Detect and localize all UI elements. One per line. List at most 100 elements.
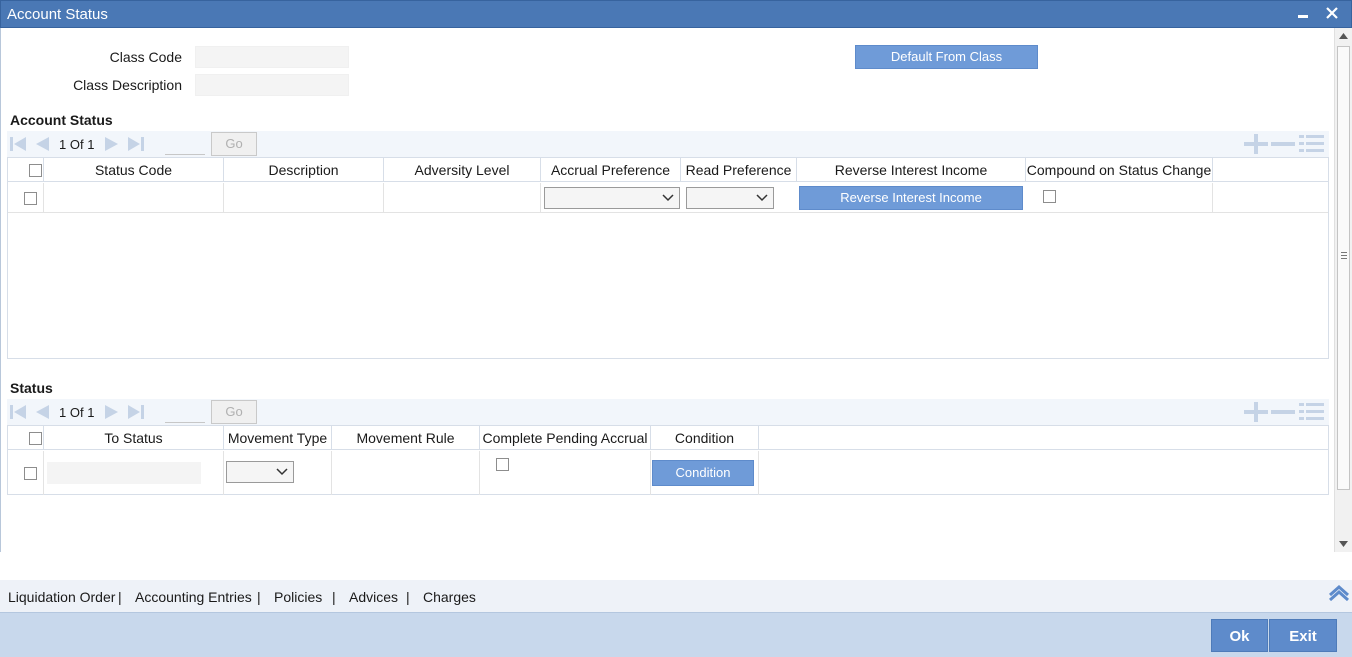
column-description: Description xyxy=(224,158,384,182)
class-description-label: Class Description xyxy=(73,77,182,93)
column-movement-rule: Movement Rule xyxy=(332,426,480,450)
status-title: Status xyxy=(10,380,53,396)
condition-button[interactable]: Condition xyxy=(652,460,754,486)
scroll-up-icon[interactable] xyxy=(1339,33,1348,39)
select-all-checkbox[interactable] xyxy=(29,432,42,445)
column-condition: Condition xyxy=(651,426,759,450)
column-to-status: To Status xyxy=(44,426,224,450)
row-checkbox[interactable] xyxy=(24,192,37,205)
read-preference-select[interactable] xyxy=(686,187,774,209)
status-grid: To Status Movement Type Movement Rule Co… xyxy=(7,425,1329,495)
default-from-class-button[interactable]: Default From Class xyxy=(855,45,1038,69)
collapse-up-icon[interactable] xyxy=(1328,585,1350,601)
movement-rule-cell[interactable] xyxy=(332,451,480,495)
footer-bar: Ok Exit xyxy=(0,612,1352,657)
tab-separator: | xyxy=(118,589,122,605)
table-row: Reverse Interest Income xyxy=(8,183,1328,213)
class-code-field[interactable] xyxy=(195,46,349,68)
select-all-checkbox[interactable] xyxy=(29,164,42,177)
account-status-title: Account Status xyxy=(10,112,113,128)
scrollbar-thumb[interactable] xyxy=(1337,46,1350,490)
column-reverse-interest-income: Reverse Interest Income xyxy=(797,158,1026,182)
bottom-tab-bar: Liquidation Order | Accounting Entries |… xyxy=(0,580,1352,612)
column-adversity-level: Adversity Level xyxy=(384,158,541,182)
tab-advices[interactable]: Advices xyxy=(349,589,398,605)
go-button[interactable]: Go xyxy=(211,400,257,424)
delete-row-icon[interactable] xyxy=(1271,410,1295,414)
movement-type-select[interactable] xyxy=(226,461,294,483)
page-indicator: 1 Of 1 xyxy=(59,405,95,420)
next-page-icon[interactable] xyxy=(103,135,121,153)
class-code-label: Class Code xyxy=(109,49,182,65)
scroll-down-icon[interactable] xyxy=(1339,541,1348,547)
complete-pending-accrual-cell xyxy=(480,451,651,495)
reverse-interest-income-button[interactable]: Reverse Interest Income xyxy=(799,186,1023,210)
row-select-cell xyxy=(8,451,44,495)
delete-row-icon[interactable] xyxy=(1271,142,1295,146)
to-status-cell xyxy=(44,451,224,495)
column-compound-on-status-change: Compound on Status Change xyxy=(1026,158,1213,182)
column-movement-type: Movement Type xyxy=(224,426,332,450)
page-indicator: 1 Of 1 xyxy=(59,137,95,152)
ok-button[interactable]: Ok xyxy=(1211,619,1268,652)
to-status-field[interactable] xyxy=(47,462,201,484)
status-code-cell[interactable] xyxy=(44,183,224,213)
tab-separator: | xyxy=(257,589,261,605)
window-title: Account Status xyxy=(7,6,108,23)
vertical-scrollbar[interactable] xyxy=(1334,28,1352,552)
compound-on-status-change-checkbox[interactable] xyxy=(1043,190,1056,203)
complete-pending-accrual-checkbox[interactable] xyxy=(496,458,509,471)
row-select-cell xyxy=(8,183,44,213)
adversity-level-cell[interactable] xyxy=(384,183,541,213)
previous-page-icon[interactable] xyxy=(33,135,51,153)
single-view-icon[interactable] xyxy=(1299,403,1324,420)
column-status-code: Status Code xyxy=(44,158,224,182)
class-description-field[interactable] xyxy=(195,74,349,96)
column-complete-pending-accrual: Complete Pending Accrual xyxy=(480,426,651,450)
exit-button[interactable]: Exit xyxy=(1269,619,1337,652)
description-cell[interactable] xyxy=(224,183,384,213)
select-all-cell xyxy=(8,158,44,182)
window-title-bar: Account Status xyxy=(0,0,1352,28)
row-checkbox[interactable] xyxy=(24,467,37,480)
page-number-input[interactable] xyxy=(165,133,205,155)
row-tools xyxy=(1243,133,1329,155)
grip-icon xyxy=(1341,252,1347,259)
account-status-grid: Status Code Description Adversity Level … xyxy=(7,157,1329,359)
chevron-down-icon xyxy=(756,194,768,202)
tab-policies[interactable]: Policies xyxy=(274,589,322,605)
single-view-icon[interactable] xyxy=(1299,135,1324,152)
last-page-icon[interactable] xyxy=(127,403,145,421)
chevron-down-icon xyxy=(276,468,288,476)
last-page-icon[interactable] xyxy=(127,135,145,153)
table-row: Condition xyxy=(8,451,1328,495)
add-row-icon[interactable] xyxy=(1244,401,1268,423)
chevron-down-icon xyxy=(662,194,674,202)
page-number-input[interactable] xyxy=(165,401,205,423)
select-all-cell xyxy=(8,426,44,450)
account-status-pager: 1 Of 1 Go xyxy=(7,131,1329,157)
tab-separator: | xyxy=(406,589,410,605)
minimize-icon[interactable] xyxy=(1293,3,1313,25)
close-icon[interactable] xyxy=(1322,3,1342,25)
condition-cell: Condition xyxy=(651,451,759,495)
tab-separator: | xyxy=(332,589,336,605)
previous-page-icon[interactable] xyxy=(33,403,51,421)
status-pager: 1 Of 1 Go xyxy=(7,399,1329,425)
column-read-preference: Read Preference xyxy=(681,158,797,182)
go-button[interactable]: Go xyxy=(211,132,257,156)
movement-type-cell xyxy=(224,451,332,495)
next-page-icon[interactable] xyxy=(103,403,121,421)
grid-header: To Status Movement Type Movement Rule Co… xyxy=(8,426,1328,450)
column-accrual-preference: Accrual Preference xyxy=(541,158,681,182)
grid-header: Status Code Description Adversity Level … xyxy=(8,158,1328,182)
tab-liquidation-order[interactable]: Liquidation Order xyxy=(8,589,115,605)
accrual-preference-select[interactable] xyxy=(544,187,680,209)
row-tools xyxy=(1243,401,1329,423)
main-content: Class Code Class Description Default Fro… xyxy=(0,28,1334,552)
tab-accounting-entries[interactable]: Accounting Entries xyxy=(135,589,252,605)
add-row-icon[interactable] xyxy=(1244,133,1268,155)
first-page-icon[interactable] xyxy=(9,403,27,421)
first-page-icon[interactable] xyxy=(9,135,27,153)
tab-charges[interactable]: Charges xyxy=(423,589,476,605)
